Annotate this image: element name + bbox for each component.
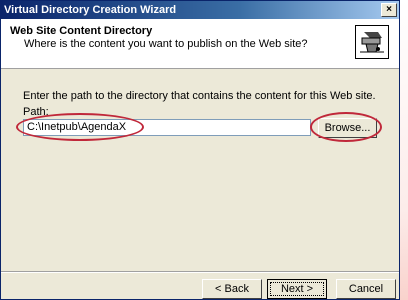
back-button[interactable]: < Back	[202, 279, 262, 299]
header-subtitle: Where is the content you want to publish…	[24, 38, 308, 50]
wizard-dialog: Virtual Directory Creation Wizard × Web …	[0, 0, 400, 300]
footer-divider	[1, 271, 399, 273]
window-title: Virtual Directory Creation Wizard	[4, 4, 177, 16]
browse-annotation-ellipse	[310, 112, 382, 142]
header-title: Web Site Content Directory	[10, 25, 153, 37]
close-button[interactable]: ×	[381, 3, 397, 17]
cancel-button[interactable]: Cancel	[336, 279, 396, 299]
title-bar: Virtual Directory Creation Wizard ×	[1, 1, 399, 19]
next-button[interactable]: Next >	[267, 279, 327, 299]
path-annotation-ellipse	[16, 113, 144, 141]
background-right-decoration	[400, 0, 408, 300]
wizard-icon	[355, 25, 389, 59]
instruction-text: Enter the path to the directory that con…	[23, 90, 376, 102]
wizard-header: Web Site Content Directory Where is the …	[1, 19, 399, 69]
